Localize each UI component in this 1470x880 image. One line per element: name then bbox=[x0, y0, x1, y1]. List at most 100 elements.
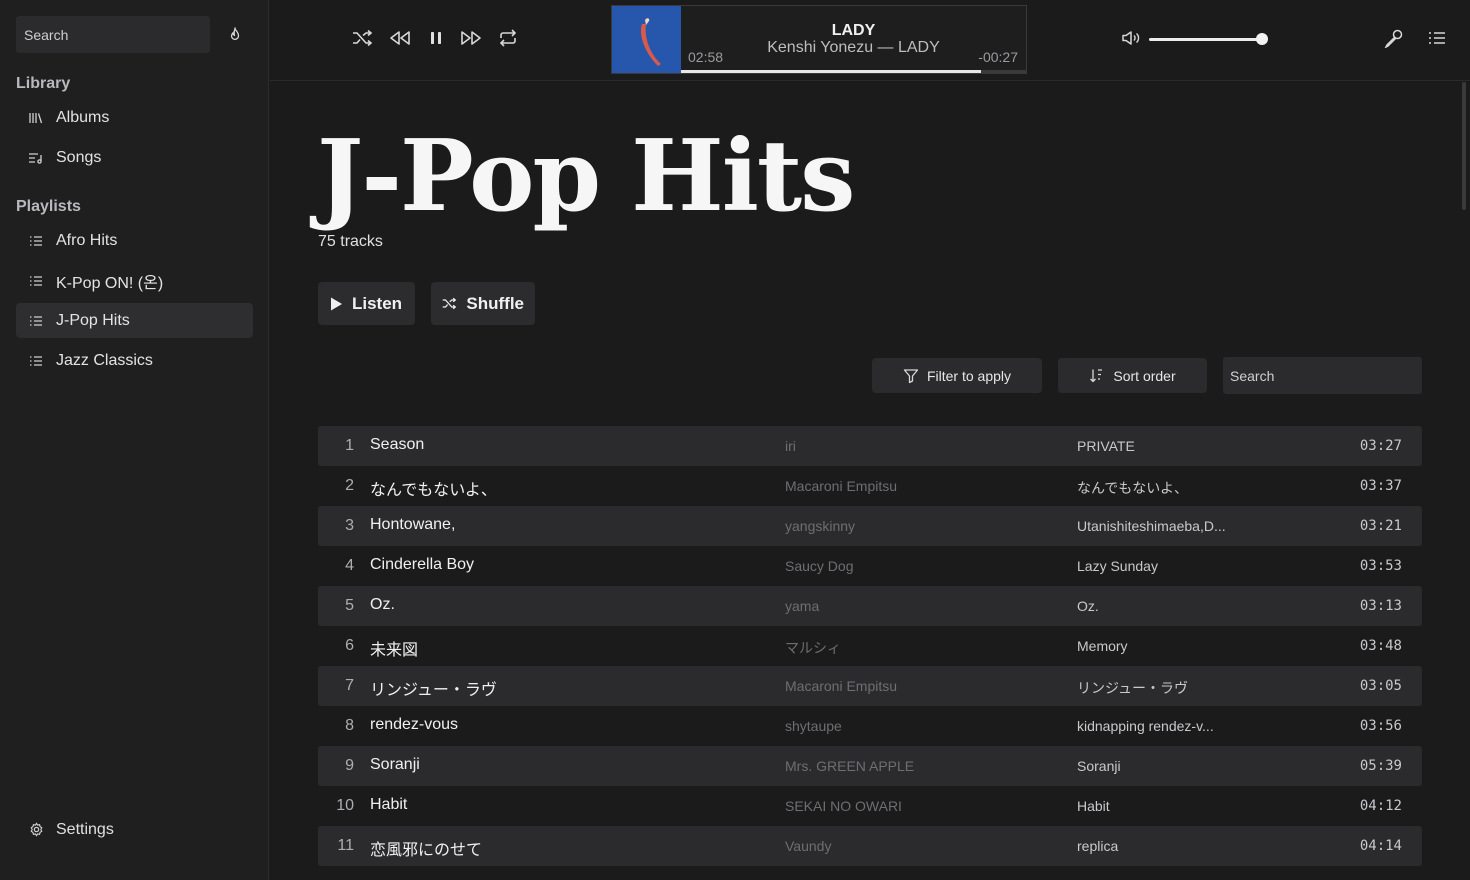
shuffle-label: Shuffle bbox=[466, 293, 524, 313]
fast-forward-icon[interactable] bbox=[459, 26, 483, 50]
shuffle-button[interactable]: Shuffle bbox=[431, 282, 535, 325]
track-artist: Macaroni Empitsu bbox=[785, 678, 898, 694]
now-playing-title: LADY bbox=[831, 22, 876, 39]
table-row[interactable]: 5 Oz. yama Oz. 03:13 bbox=[318, 586, 1422, 626]
sidebar-item-songs[interactable]: Songs bbox=[16, 140, 253, 175]
track-artist: yangskinny bbox=[785, 518, 856, 534]
track-search-input[interactable] bbox=[1223, 357, 1422, 394]
sidebar-item-albums[interactable]: Albums bbox=[16, 100, 253, 135]
track-artist: iri bbox=[785, 438, 796, 454]
table-row[interactable]: 3 Hontowane, yangskinny Utanishiteshimaeba,… bbox=[318, 506, 1422, 546]
album-art bbox=[612, 6, 681, 73]
track-duration: 03:05 bbox=[1359, 678, 1402, 694]
sidebar-item-label: Afro Hits bbox=[56, 231, 118, 249]
shuffle-icon bbox=[442, 297, 457, 310]
playlist-icon bbox=[16, 275, 56, 287]
track-title: 恋風邪にのせて bbox=[370, 842, 483, 859]
table-row[interactable]: 2 なんでもないよ、 Macaroni Empitsu なんでもないよ、 03:37 bbox=[318, 466, 1422, 506]
sidebar-item-label: K-Pop ON! (온) bbox=[56, 274, 164, 292]
track-number: 2 bbox=[345, 477, 354, 494]
sort-button[interactable]: Sort order bbox=[1058, 358, 1207, 393]
track-album: なんでもないよ、 bbox=[1077, 480, 1189, 496]
volume-icon[interactable] bbox=[1119, 26, 1143, 50]
track-duration: 03:27 bbox=[1359, 438, 1402, 454]
track-duration: 03:53 bbox=[1359, 558, 1402, 574]
song-list-icon bbox=[16, 151, 56, 165]
track-duration: 03:37 bbox=[1359, 478, 1402, 494]
track-artist: Saucy Dog bbox=[785, 558, 854, 574]
sidebar-item-afro-hits[interactable]: Afro Hits bbox=[16, 223, 253, 258]
table-row[interactable]: 8 rendez-vous shytaupe kidnapping rendez-v.… bbox=[318, 706, 1422, 746]
track-list: 1 Season iri PRIVATE 03:27 2 なんでもないよ、 Macaroni … bbox=[318, 426, 1422, 866]
track-duration: 03:13 bbox=[1359, 598, 1402, 614]
table-row[interactable]: 11 恋風邪にのせて Vaundy replica 04:14 bbox=[318, 826, 1422, 866]
track-duration: 04:12 bbox=[1359, 798, 1402, 814]
progress-bar[interactable] bbox=[681, 70, 1026, 73]
pause-icon[interactable] bbox=[424, 26, 448, 50]
track-artist: マルシィ bbox=[785, 640, 841, 656]
rewind-icon[interactable] bbox=[388, 26, 412, 50]
track-number: 7 bbox=[345, 677, 354, 694]
track-album: リンジュー・ラヴ bbox=[1077, 680, 1189, 696]
track-number: 10 bbox=[336, 797, 354, 814]
track-album: Soranji bbox=[1077, 758, 1121, 774]
track-number: 1 bbox=[345, 437, 354, 454]
track-title: Season bbox=[370, 436, 425, 453]
track-album: replica bbox=[1077, 838, 1119, 854]
sort-label: Sort order bbox=[1113, 367, 1176, 384]
track-artist: SEKAI NO OWARI bbox=[785, 798, 902, 814]
table-row[interactable]: 1 Season iri PRIVATE 03:27 bbox=[318, 426, 1422, 466]
sidebar-item-kpop-on[interactable]: K-Pop ON! (온) bbox=[16, 263, 253, 298]
listen-button[interactable]: Listen bbox=[318, 282, 415, 325]
sidebar-search-input[interactable] bbox=[16, 16, 210, 53]
track-title: Soranji bbox=[370, 756, 420, 773]
shuffle-icon[interactable] bbox=[351, 26, 375, 50]
settings-button[interactable]: Settings bbox=[16, 812, 114, 847]
playlist-icon bbox=[16, 315, 56, 327]
table-row[interactable]: 6 未来図 マルシィ Memory 03:48 bbox=[318, 626, 1422, 666]
volume-slider-knob[interactable] bbox=[1256, 33, 1268, 45]
track-album: Lazy Sunday bbox=[1077, 558, 1158, 574]
table-row[interactable]: 9 Soranji Mrs. GREEN APPLE Soranji 05:39 bbox=[318, 746, 1422, 786]
track-number: 3 bbox=[345, 517, 354, 534]
filter-button[interactable]: Filter to apply bbox=[872, 358, 1042, 393]
track-title: Habit bbox=[370, 796, 408, 813]
track-number: 8 bbox=[345, 717, 354, 734]
now-playing-subtitle: Kenshi Yonezu — LADY bbox=[767, 39, 940, 56]
sidebar-item-jazz-classics[interactable]: Jazz Classics bbox=[16, 343, 253, 378]
track-title: Oz. bbox=[370, 596, 395, 613]
playlist-icon bbox=[16, 355, 56, 367]
track-number: 6 bbox=[345, 637, 354, 654]
track-artist: shytaupe bbox=[785, 718, 842, 734]
track-album: Oz. bbox=[1077, 598, 1099, 614]
track-title: リンジュー・ラヴ bbox=[370, 682, 497, 699]
track-album: PRIVATE bbox=[1077, 438, 1135, 454]
scrollbar[interactable] bbox=[1462, 82, 1466, 210]
track-title: Cinderella Boy bbox=[370, 556, 475, 573]
remaining-time: -00:27 bbox=[978, 49, 1018, 65]
sidebar-item-label: Songs bbox=[56, 148, 102, 166]
track-album: Memory bbox=[1077, 638, 1128, 654]
track-number: 4 bbox=[345, 557, 354, 574]
track-artist: Vaundy bbox=[785, 838, 832, 854]
library-heading: Library bbox=[16, 75, 71, 92]
flame-icon[interactable] bbox=[222, 22, 248, 48]
track-artist: Macaroni Empitsu bbox=[785, 478, 898, 494]
volume-slider[interactable] bbox=[1149, 38, 1262, 41]
sidebar-item-label: Jazz Classics bbox=[56, 351, 153, 369]
progress-fill bbox=[681, 70, 982, 73]
repeat-icon[interactable] bbox=[496, 26, 520, 50]
filter-icon bbox=[903, 368, 919, 383]
table-row[interactable]: 7 リンジュー・ラヴ Macaroni Empitsu リンジュー・ラヴ 03:05 bbox=[318, 666, 1422, 706]
music-app: Library Albums Songs Playlists Afro Hits… bbox=[0, 0, 1470, 880]
track-number: 9 bbox=[345, 757, 354, 774]
sidebar-item-jpop-hits[interactable]: J-Pop Hits bbox=[16, 303, 253, 338]
page-title: J-Pop Hits bbox=[317, 119, 855, 234]
playlist-view: J-Pop Hits 75 tracks Listen Shuffle Filt… bbox=[270, 82, 1462, 880]
sort-icon bbox=[1090, 368, 1103, 382]
now-playing-panel[interactable]: LADY Kenshi Yonezu — LADY 02:58 -00:27 bbox=[611, 5, 1027, 74]
queue-list-icon[interactable] bbox=[1425, 26, 1449, 50]
microphone-icon[interactable] bbox=[1382, 26, 1406, 50]
table-row[interactable]: 4 Cinderella Boy Saucy Dog Lazy Sunday 03:53 bbox=[318, 546, 1422, 586]
table-row[interactable]: 10 Habit SEKAI NO OWARI Habit 04:12 bbox=[318, 786, 1422, 826]
